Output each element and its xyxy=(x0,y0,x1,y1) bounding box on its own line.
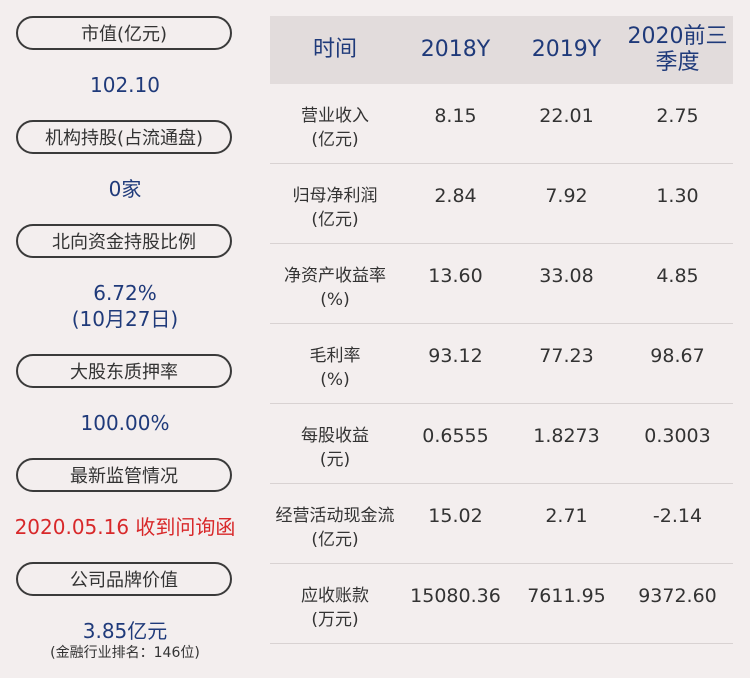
row-label: 应收账款 (万元) xyxy=(270,584,400,632)
institution-holding-label-pill: 机构持股(占流通盘) xyxy=(16,120,232,154)
row-label-unit: (%) xyxy=(320,370,350,390)
regulatory-status-label-pill: 最新监管情况 xyxy=(16,458,232,492)
row-label: 营业收入 (亿元) xyxy=(270,104,400,152)
northbound-ratio-label: 北向资金持股比例 xyxy=(52,232,196,253)
financial-table: 时间 2018Y 2019Y 2020前三季度 营业收入 (亿元) 8.15 2… xyxy=(270,16,733,644)
row-label-unit: (亿元) xyxy=(311,530,359,550)
cell-2020: 98.67 xyxy=(650,345,705,367)
table-row: 归母净利润 (亿元) 2.84 7.92 1.30 xyxy=(270,164,733,244)
northbound-ratio-label-pill: 北向资金持股比例 xyxy=(16,224,232,258)
market-cap-value: 102.10 xyxy=(90,73,160,97)
institution-holding-value: 0家 xyxy=(108,177,142,201)
cell-2019: 1.8273 xyxy=(533,425,600,447)
institution-holding-label: 机构持股(占流通盘) xyxy=(44,128,204,149)
brand-value-rank-note: (金融行业排名：146位) xyxy=(50,645,200,661)
row-label-name: 毛利率 xyxy=(309,346,361,366)
left-panel: 市值(亿元) 102.10 机构持股(占流通盘) 0家 北向资金持股比例 6.7… xyxy=(0,0,250,678)
table-row: 毛利率 (%) 93.12 77.23 98.67 xyxy=(270,324,733,404)
market-cap-label-pill: 市值(亿元) xyxy=(16,16,232,50)
pledge-ratio-label: 大股东质押率 xyxy=(70,362,178,383)
regulatory-status-label: 最新监管情况 xyxy=(70,466,178,487)
cell-2020: 4.85 xyxy=(656,265,699,287)
cell-2018: 15.02 xyxy=(428,505,483,527)
cell-2019: 22.01 xyxy=(539,105,594,127)
row-label-unit: (亿元) xyxy=(311,210,359,230)
cell-2019: 2.71 xyxy=(545,505,588,527)
header-2020: 2020前三季度 xyxy=(627,24,728,75)
table-row: 应收账款 (万元) 15080.36 7611.95 9372.60 xyxy=(270,564,733,644)
cell-2018: 13.60 xyxy=(428,265,483,287)
cell-2018: 2.84 xyxy=(434,185,477,207)
cell-2019: 77.23 xyxy=(539,345,594,367)
row-label-unit: (%) xyxy=(320,290,350,310)
cell-2019: 33.08 xyxy=(539,265,594,287)
regulatory-status-value: 2020.05.16 收到问询函 xyxy=(14,515,236,539)
row-label-unit: (元) xyxy=(319,450,351,470)
market-cap-label: 市值(亿元) xyxy=(80,24,168,45)
table-row: 净资产收益率 (%) 13.60 33.08 4.85 xyxy=(270,244,733,324)
row-label-unit: (万元) xyxy=(311,610,359,630)
row-label-name: 净资产收益率 xyxy=(284,266,386,286)
cell-2018: 8.15 xyxy=(434,105,477,127)
cell-2020: 1.30 xyxy=(656,185,699,207)
brand-value-value: 3.85亿元 xyxy=(82,619,168,643)
northbound-ratio-value: 6.72% xyxy=(93,281,157,305)
cell-2020: 9372.60 xyxy=(638,585,717,607)
brand-value-label-pill: 公司品牌价值 xyxy=(16,562,232,596)
cell-2018: 93.12 xyxy=(428,345,483,367)
cell-2020: -2.14 xyxy=(652,505,703,527)
pledge-ratio-label-pill: 大股东质押率 xyxy=(16,354,232,388)
row-label: 毛利率 (%) xyxy=(270,344,400,392)
northbound-ratio-date: (10月27日) xyxy=(71,307,179,331)
table-row: 每股收益 (元) 0.6555 1.8273 0.3003 xyxy=(270,404,733,484)
row-label-name: 营业收入 xyxy=(301,106,369,126)
cell-2020: 0.3003 xyxy=(644,425,711,447)
row-label: 每股收益 (元) xyxy=(270,424,400,472)
header-2019: 2019Y xyxy=(531,37,602,62)
row-label-name: 应收账款 xyxy=(301,586,369,606)
pledge-ratio-value: 100.00% xyxy=(80,411,170,435)
row-label: 归母净利润 (亿元) xyxy=(270,184,400,232)
table-header: 时间 2018Y 2019Y 2020前三季度 xyxy=(270,16,733,84)
row-label: 经营活动现金流 (亿元) xyxy=(270,504,400,552)
row-label-unit: (亿元) xyxy=(311,130,359,150)
row-label-name: 经营活动现金流 xyxy=(275,506,395,526)
row-label-name: 归母净利润 xyxy=(292,186,378,206)
cell-2018: 15080.36 xyxy=(410,585,501,607)
header-time: 时间 xyxy=(312,37,357,62)
cell-2019: 7.92 xyxy=(545,185,588,207)
table-row: 经营活动现金流 (亿元) 15.02 2.71 -2.14 xyxy=(270,484,733,564)
cell-2018: 0.6555 xyxy=(422,425,489,447)
row-label: 净资产收益率 (%) xyxy=(270,264,400,312)
cell-2020: 2.75 xyxy=(656,105,699,127)
table-row: 营业收入 (亿元) 8.15 22.01 2.75 xyxy=(270,84,733,164)
cell-2019: 7611.95 xyxy=(527,585,606,607)
header-2018: 2018Y xyxy=(420,37,491,62)
brand-value-label: 公司品牌价值 xyxy=(70,570,178,591)
row-label-name: 每股收益 xyxy=(301,426,369,446)
